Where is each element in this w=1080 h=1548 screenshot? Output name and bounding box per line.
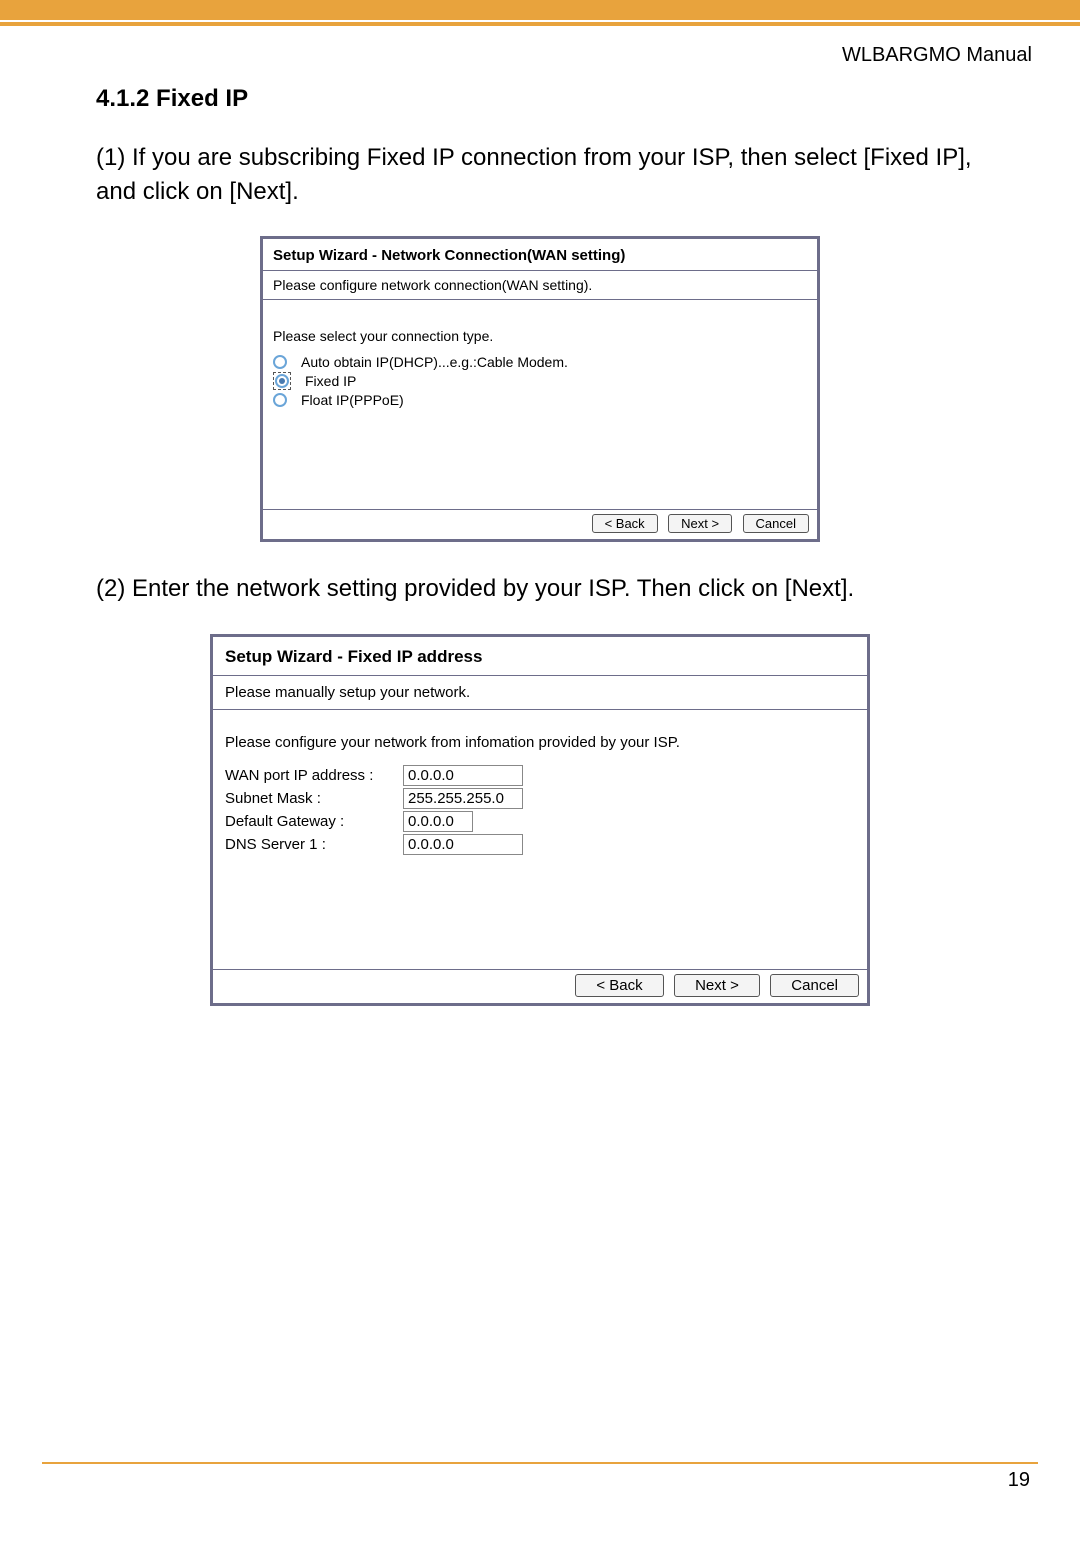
row-dns1: DNS Server 1 : 0.0.0.0 — [225, 834, 855, 855]
radio-icon[interactable] — [275, 374, 289, 388]
page-content: WLBARGMO Manual 4.1.2 Fixed IP (1) If yo… — [0, 26, 1080, 1506]
input-wan-ip[interactable]: 0.0.0.0 — [403, 765, 523, 786]
label-gateway: Default Gateway : — [225, 813, 403, 830]
row-gateway: Default Gateway : 0.0.0.0 — [225, 811, 855, 832]
section-title: 4.1.2 Fixed IP — [96, 85, 1038, 113]
dialog2-button-row: < Back Next > Cancel — [213, 969, 867, 1003]
label-subnet: Subnet Mask : — [225, 790, 403, 807]
radio-icon[interactable] — [273, 393, 287, 407]
dialog1-desc: Please configure network connection(WAN … — [263, 271, 817, 299]
next-button[interactable]: Next > — [668, 514, 732, 533]
dialog2-title: Setup Wizard - Fixed IP address — [213, 637, 867, 673]
radio-row-dhcp[interactable]: Auto obtain IP(DHCP)...e.g.:Cable Modem. — [273, 354, 807, 370]
step-2-text: (2) Enter the network setting provided b… — [96, 572, 992, 606]
wizard-dialog-fixed-ip: Setup Wizard - Fixed IP address Please m… — [210, 634, 870, 1006]
page-number: 19 — [1008, 1469, 1030, 1492]
dialog1-button-row: < Back Next > Cancel — [263, 509, 817, 539]
label-dns1: DNS Server 1 : — [225, 836, 403, 853]
radio-label-fixed: Fixed IP — [305, 373, 356, 389]
radio-label-dhcp: Auto obtain IP(DHCP)...e.g.:Cable Modem. — [301, 354, 568, 370]
radio-icon[interactable] — [273, 355, 287, 369]
input-gateway[interactable]: 0.0.0.0 — [403, 811, 473, 832]
dialog2-prompt: Please configure your network from infom… — [225, 734, 855, 751]
dialog1-prompt: Please select your connection type. — [273, 328, 807, 344]
dialog2-body: Please configure your network from infom… — [213, 709, 867, 969]
radio-label-pppoe: Float IP(PPPoE) — [301, 392, 404, 408]
cancel-button[interactable]: Cancel — [770, 974, 859, 997]
back-button[interactable]: < Back — [592, 514, 658, 533]
manual-name: WLBARGMO Manual — [42, 44, 1038, 67]
row-wan-ip: WAN port IP address : 0.0.0.0 — [225, 765, 855, 786]
back-button[interactable]: < Back — [575, 974, 663, 997]
row-subnet: Subnet Mask : 255.255.255.0 — [225, 788, 855, 809]
radio-dot-icon — [279, 378, 285, 384]
dialog1-body: Please select your connection type. Auto… — [263, 299, 817, 509]
top-orange-bar — [0, 0, 1080, 20]
step-1-text: (1) If you are subscribing Fixed IP conn… — [96, 141, 992, 208]
input-dns1[interactable]: 0.0.0.0 — [403, 834, 523, 855]
label-wan-ip: WAN port IP address : — [225, 767, 403, 784]
next-button[interactable]: Next > — [674, 974, 760, 997]
dialog1-title: Setup Wizard - Network Connection(WAN se… — [263, 239, 817, 268]
radio-row-fixed-ip[interactable]: Fixed IP — [273, 372, 807, 390]
footer-divider — [42, 1462, 1038, 1464]
cancel-button[interactable]: Cancel — [743, 514, 809, 533]
radio-selected-box — [273, 372, 291, 390]
dialog2-desc: Please manually setup your network. — [213, 676, 867, 709]
radio-row-pppoe[interactable]: Float IP(PPPoE) — [273, 392, 807, 408]
wizard-dialog-wan: Setup Wizard - Network Connection(WAN se… — [260, 236, 820, 542]
input-subnet[interactable]: 255.255.255.0 — [403, 788, 523, 809]
